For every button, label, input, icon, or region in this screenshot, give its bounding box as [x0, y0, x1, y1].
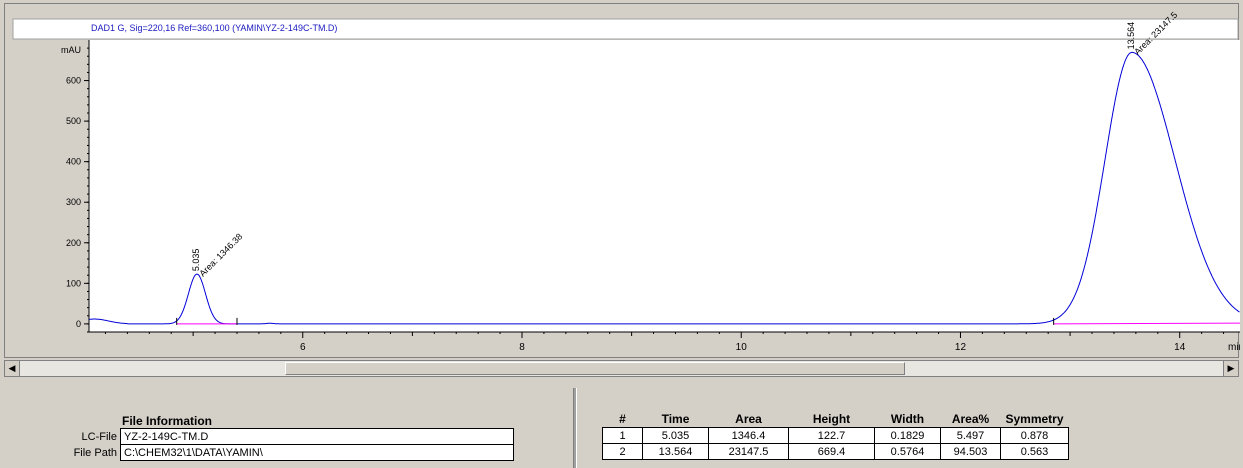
y-tick-label: 0 — [76, 319, 81, 329]
y-tick-label: 500 — [66, 116, 81, 126]
file-information-table: LC-File YZ-2-149C-TM.D File Path C:\CHEM… — [28, 428, 514, 461]
peak-table-header: # Time Area Height Width Area% Symmetry — [603, 411, 1069, 428]
peak-table: # Time Area Height Width Area% Symmetry … — [602, 411, 1069, 460]
chromatogram-panel: DAD1 G, Sig=220,16 Ref=360,100 (YAMIN\YZ… — [4, 3, 1240, 358]
y-tick-label: 100 — [66, 278, 81, 288]
table-cell: 0.878 — [1000, 427, 1069, 444]
x-tick-label: 6 — [300, 342, 306, 353]
file-information-title: File Information — [122, 414, 212, 428]
results-area: File Information LC-File YZ-2-149C-TM.D … — [0, 380, 1243, 468]
col-header-area-percent: Area% — [951, 412, 990, 426]
horizontal-scrollbar[interactable]: ◀ ▶ — [4, 360, 1239, 377]
chromatogram-chart: DAD1 G, Sig=220,16 Ref=360,100 (YAMIN\YZ… — [12, 10, 1240, 353]
table-cell: 669.4 — [788, 443, 875, 460]
col-header-time: Time — [661, 412, 690, 426]
x-axis-label: min — [1228, 342, 1240, 353]
y-tick-label: 600 — [66, 76, 81, 86]
table-cell: 2 — [602, 443, 643, 460]
y-tick-label: 400 — [66, 157, 81, 167]
x-tick-label: 14 — [1174, 342, 1186, 353]
scroll-right-arrow-icon[interactable]: ▶ — [1223, 361, 1238, 376]
table-cell: 0.563 — [1000, 443, 1069, 460]
file-path-label: File Path — [28, 444, 121, 461]
lc-file-value[interactable]: YZ-2-149C-TM.D — [120, 428, 514, 445]
table-cell: 23147.5 — [708, 443, 789, 460]
x-tick-label: 10 — [736, 342, 748, 353]
table-cell: 94.503 — [940, 443, 1001, 460]
table-cell: 1346.4 — [708, 427, 789, 444]
table-cell: 0.1829 — [874, 427, 941, 444]
table-row[interactable]: 1 5.035 1346.4 122.7 0.1829 5.497 0.878 — [602, 427, 1069, 444]
scroll-thumb[interactable] — [285, 362, 905, 375]
scroll-left-arrow-icon[interactable]: ◀ — [5, 361, 20, 376]
col-header-symmetry: Symmetry — [1005, 412, 1064, 426]
table-cell: 5.497 — [940, 427, 1001, 444]
x-tick-label: 8 — [519, 342, 525, 353]
peak-rt-label: 5.035 — [191, 249, 201, 272]
table-cell: 122.7 — [788, 427, 875, 444]
file-path-value[interactable]: C:\CHEM32\1\DATA\YAMIN\ — [120, 444, 514, 461]
col-header-height: Height — [812, 412, 851, 426]
peak-rt-label: 13.564 — [1126, 22, 1136, 50]
file-path-row: File Path C:\CHEM32\1\DATA\YAMIN\ — [28, 444, 514, 461]
col-header-width: Width — [890, 412, 925, 426]
lc-file-label: LC-File — [28, 428, 121, 445]
chart-title: DAD1 G, Sig=220,16 Ref=360,100 (YAMIN\YZ… — [91, 23, 337, 33]
table-cell: 13.564 — [642, 443, 709, 460]
table-cell: 1 — [602, 427, 643, 444]
lc-file-row: LC-File YZ-2-149C-TM.D — [28, 428, 514, 445]
col-header-area: Area — [735, 412, 762, 426]
col-header-number: # — [619, 412, 626, 426]
panel-splitter[interactable] — [573, 388, 577, 468]
y-tick-label: 300 — [66, 197, 81, 207]
plot-area — [89, 40, 1240, 332]
table-row[interactable]: 2 13.564 23147.5 669.4 0.5764 94.503 0.5… — [602, 443, 1069, 460]
table-cell: 0.5764 — [874, 443, 941, 460]
y-axis-label: mAU — [61, 45, 81, 55]
y-tick-label: 200 — [66, 238, 81, 248]
table-cell: 5.035 — [642, 427, 709, 444]
x-tick-label: 12 — [955, 342, 967, 353]
